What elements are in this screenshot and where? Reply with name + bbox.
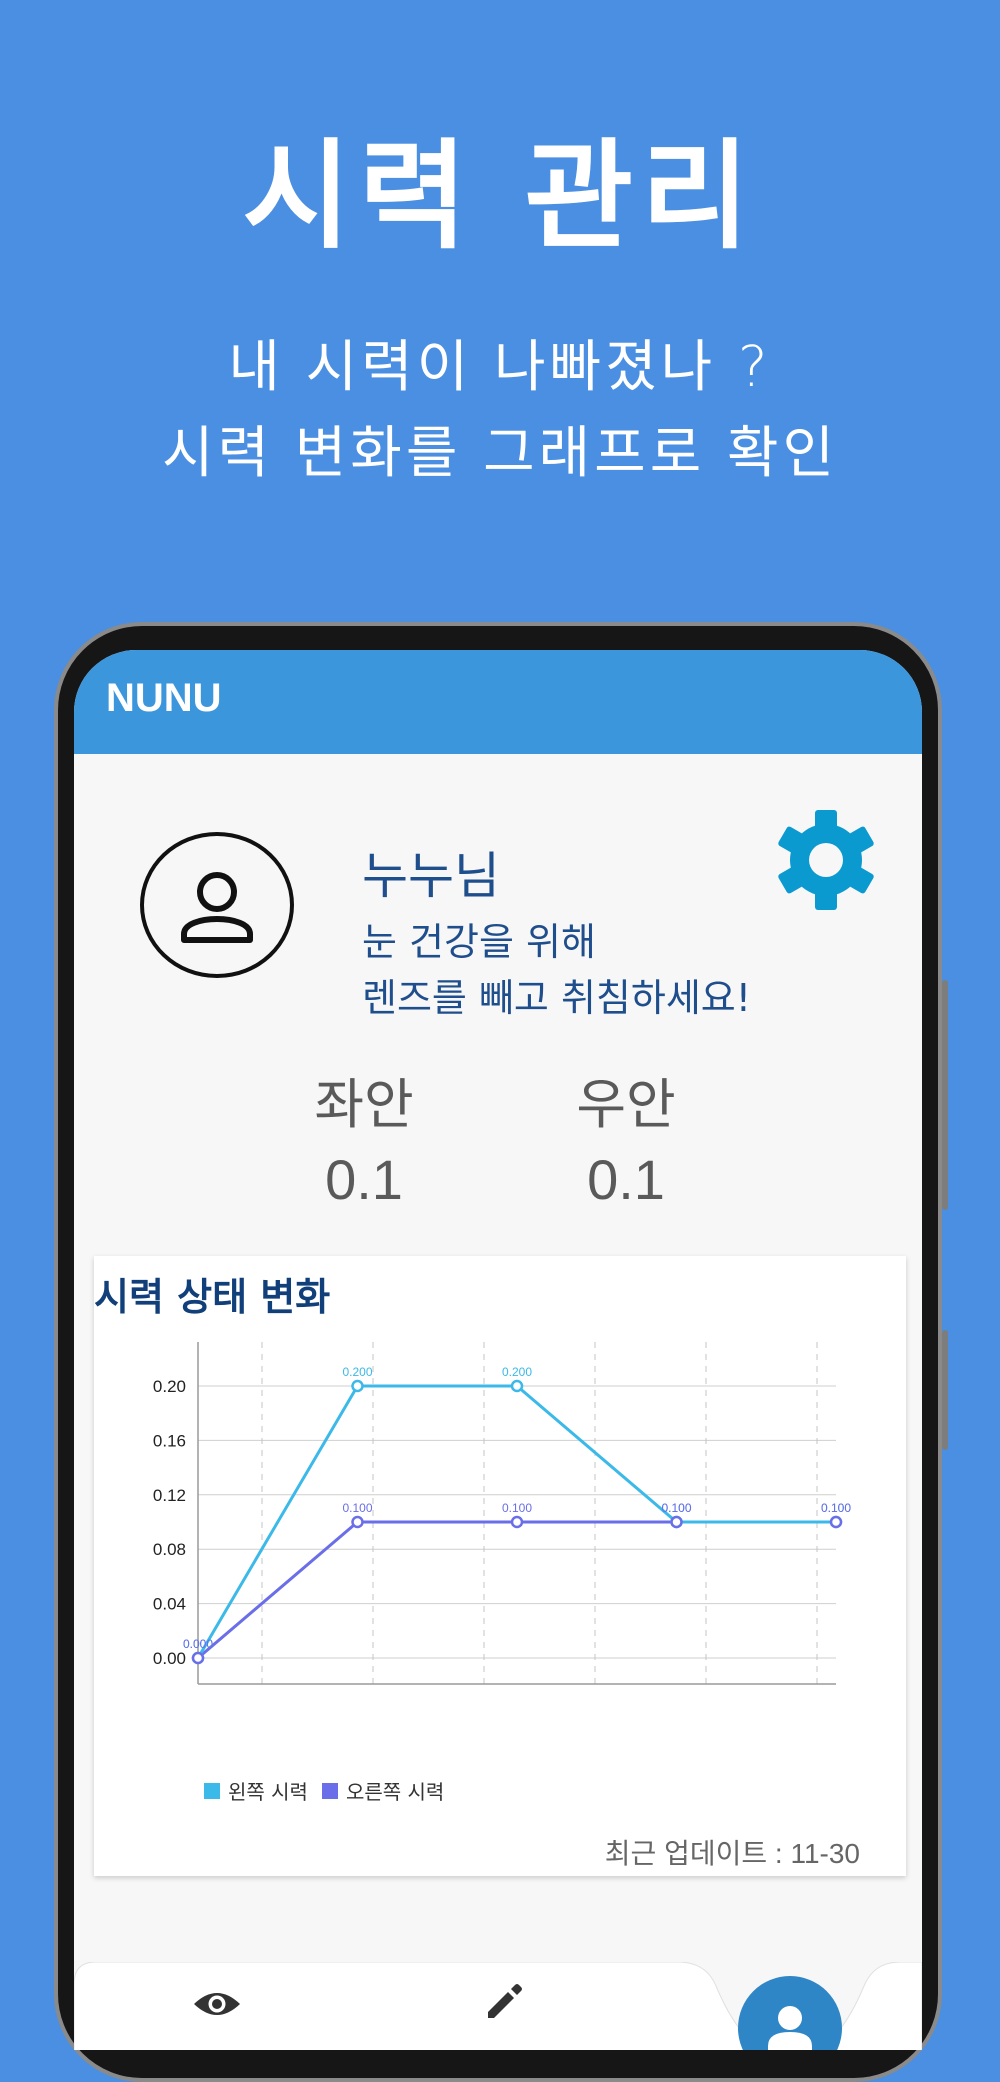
gear-icon[interactable] [776, 808, 876, 912]
vision-chart-card: 시력 상태 변화 0.00 0.04 0.08 0.12 0.16 0.20 0.000 0.… [94, 1256, 906, 1876]
phone-side-button [942, 980, 948, 1210]
chart-legend: 왼쪽 시력 오른쪽 시력 [204, 1776, 444, 1805]
user-name: 누누님 [362, 847, 500, 905]
promo-title: 시력 관리 [242, 127, 758, 265]
left-eye-label: 좌안 [314, 1073, 414, 1136]
y-tick-label: 0.00 [153, 1649, 186, 1668]
data-label: 0.200 [502, 1365, 532, 1379]
promo-subtitle: 내 시력이 나빠졌나 ? 시력 변화를 그래프로 확인 [0, 325, 1000, 497]
legend-label-right: 오른쪽 시력 [345, 1780, 445, 1804]
left-eye-stat: 좌안 0.1 [264, 1060, 464, 1212]
y-tick-label: 0.16 [153, 1431, 186, 1450]
data-point [510, 1515, 524, 1529]
right-eye-stat: 우안 0.1 [526, 1060, 726, 1212]
data-point [351, 1379, 364, 1393]
y-tick-label: 0.08 [153, 1540, 186, 1559]
data-label: 0.000 [183, 1637, 213, 1651]
data-label: 0.100 [661, 1501, 691, 1515]
data-point [510, 1379, 524, 1393]
phone-screen: NUNU 누누님 눈 건강을 위해 렌즈를 빼고 취침하세요! 좌안 0.1 우… [74, 650, 922, 2050]
right-eye-label: 우안 [576, 1073, 676, 1136]
pencil-icon[interactable] [484, 1980, 526, 2022]
right-eye-value: 0.1 [587, 1148, 665, 1211]
data-label: 0.100 [821, 1501, 851, 1515]
data-label: 0.200 [342, 1365, 372, 1379]
person-icon [181, 872, 253, 943]
data-point [670, 1515, 683, 1529]
person-icon [768, 2006, 812, 2050]
legend-swatch-left [204, 1782, 220, 1799]
data-label: 0.100 [342, 1501, 372, 1515]
chart-title: 시력 상태 변화 [94, 1275, 331, 1319]
y-tick-label: 0.20 [153, 1377, 186, 1396]
health-message-line-2: 렌즈를 빼고 취침하세요! [362, 976, 751, 1020]
data-label: 0.100 [502, 1501, 532, 1515]
eye-icon[interactable] [192, 1988, 242, 2020]
app-bar: NUNU [74, 650, 922, 754]
profile-fab-button[interactable] [738, 1976, 842, 2050]
last-update-text: 최근 업데이트 : 11-30 [604, 1838, 860, 1869]
series-line-1 [197, 1520, 836, 1660]
main-content: 누누님 눈 건강을 위해 렌즈를 빼고 취침하세요! 좌안 0.1 우안 0.1… [74, 754, 922, 2050]
app-title: NUNU [106, 676, 222, 720]
health-message: 눈 건강을 위해 렌즈를 빼고 취침하세요! [362, 914, 751, 1026]
promo-line-2: 시력 변화를 그래프로 확인 [161, 421, 839, 486]
phone-side-button [942, 1330, 948, 1450]
avatar[interactable] [140, 832, 294, 978]
vision-line-chart: 0.00 0.04 0.08 0.12 0.16 0.20 0.000 0.200 0.200 0… [153, 1342, 851, 1685]
legend-label-left: 왼쪽 시력 [228, 1780, 308, 1804]
data-point [191, 1651, 205, 1665]
health-message-line-1: 눈 건강을 위해 [362, 920, 596, 964]
data-point [829, 1515, 843, 1529]
data-point [351, 1515, 364, 1529]
y-tick-label: 0.04 [153, 1595, 186, 1614]
left-eye-value: 0.1 [325, 1148, 403, 1211]
promo-line-1: 내 시력이 나빠졌나 ? [228, 335, 772, 400]
y-tick-label: 0.12 [153, 1486, 186, 1505]
legend-swatch-right [321, 1782, 338, 1799]
